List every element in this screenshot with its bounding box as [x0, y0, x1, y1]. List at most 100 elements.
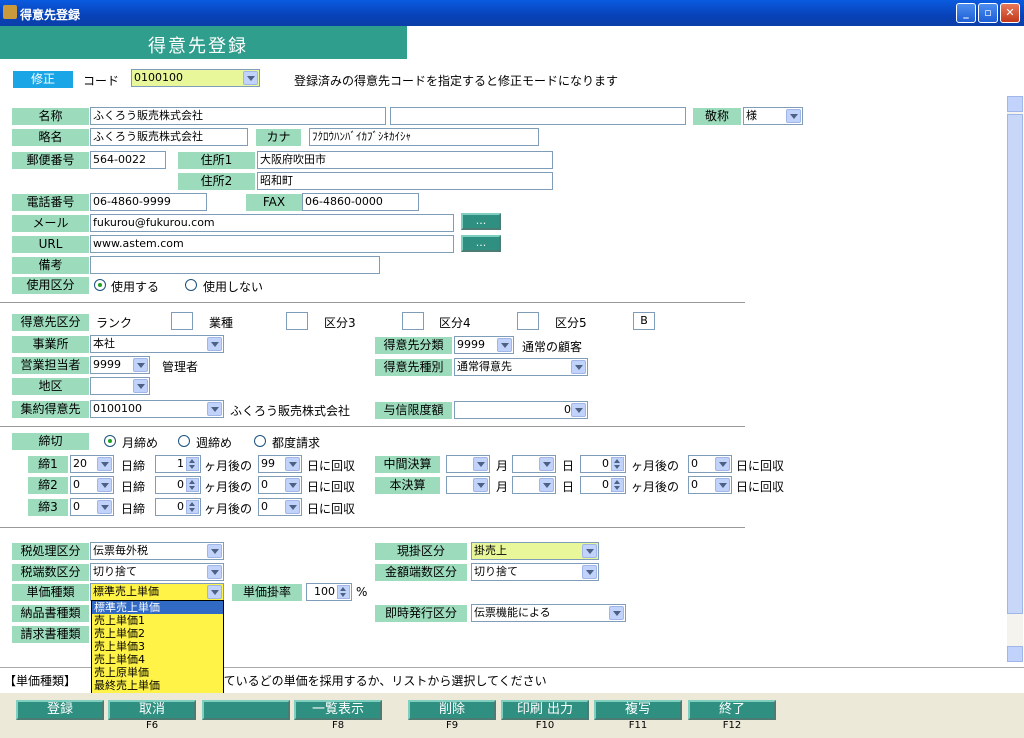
mid-months-spin[interactable]: 0 — [580, 455, 626, 473]
print-button[interactable]: 印刷 出力 — [501, 700, 589, 720]
honorific-select[interactable]: 様 — [743, 107, 803, 125]
dropdown-option[interactable]: 売上単価3 — [92, 640, 223, 653]
short-name-input[interactable]: ふくろう販売株式会社 — [90, 128, 248, 146]
rank-input[interactable] — [171, 312, 193, 330]
copy-button[interactable]: 複写 — [594, 700, 682, 720]
chevron-down-icon[interactable] — [133, 358, 148, 372]
use-off-radio[interactable] — [185, 279, 197, 291]
customer-type-select[interactable]: 9999 — [454, 336, 514, 354]
monthly-radio[interactable] — [104, 435, 116, 447]
immediate-issue-select[interactable]: 伝票機能による — [471, 604, 626, 622]
note-input[interactable] — [90, 256, 380, 274]
chevron-down-icon[interactable] — [285, 457, 300, 471]
final-day-select[interactable] — [512, 476, 556, 494]
chevron-down-icon[interactable] — [97, 478, 112, 492]
customer-kind-select[interactable]: 通常得意先 — [454, 358, 588, 376]
fax-input[interactable]: 06-4860-0000 — [302, 193, 419, 211]
closing3-day-select[interactable]: 0 — [70, 498, 114, 516]
closing1-months-spin[interactable]: 1 — [155, 455, 201, 473]
chevron-down-icon[interactable] — [207, 565, 222, 579]
industry-input[interactable] — [286, 312, 308, 330]
address2-input[interactable]: 昭和町 — [257, 172, 553, 190]
chevron-down-icon[interactable] — [539, 478, 554, 492]
address1-input[interactable]: 大阪府吹田市 — [257, 151, 553, 169]
chevron-down-icon[interactable] — [243, 71, 258, 85]
price-rate-spin[interactable]: 100 — [306, 583, 352, 601]
chevron-down-icon[interactable] — [133, 379, 148, 393]
maximize-button[interactable]: ▫ — [978, 3, 998, 23]
class3-input[interactable] — [402, 312, 424, 330]
amount-round-select[interactable]: 切り捨て — [471, 563, 599, 581]
chevron-down-icon[interactable] — [715, 457, 730, 471]
spinner-icon[interactable] — [186, 478, 199, 492]
spinner-icon[interactable] — [337, 585, 350, 599]
final-payday-select[interactable]: 0 — [688, 476, 732, 494]
scroll-up-icon[interactable] — [1007, 96, 1023, 112]
use-on-radio[interactable] — [94, 279, 106, 291]
cancel-button[interactable]: 取消 — [108, 700, 196, 720]
final-month-select[interactable] — [446, 476, 490, 494]
closing2-months-spin[interactable]: 0 — [155, 476, 201, 494]
agg-customer-select[interactable]: 0100100 — [90, 400, 224, 418]
closing2-day-select[interactable]: 0 — [70, 476, 114, 494]
spinner-icon[interactable] — [611, 457, 624, 471]
tax-round-select[interactable]: 切り捨て — [90, 563, 224, 581]
mail-input[interactable]: fukurou@fukurou.com — [90, 214, 454, 232]
chevron-down-icon[interactable] — [571, 360, 586, 374]
chevron-down-icon[interactable] — [473, 457, 488, 471]
scroll-down-icon[interactable] — [1007, 646, 1023, 662]
list-view-button[interactable]: 一覧表示 — [294, 700, 382, 720]
chevron-down-icon[interactable] — [97, 500, 112, 514]
credit-limit-select[interactable]: 0 — [454, 401, 588, 419]
vertical-scrollbar[interactable] — [1007, 96, 1023, 662]
dropdown-option[interactable]: 売上原単価 — [92, 666, 223, 679]
cash-credit-select[interactable]: 掛売上 — [471, 542, 599, 560]
spinner-icon[interactable] — [186, 500, 199, 514]
dropdown-option[interactable]: 売上単価1 — [92, 614, 223, 627]
chevron-down-icon[interactable] — [207, 544, 222, 558]
closing1-payday-select[interactable]: 99 — [258, 455, 302, 473]
chevron-down-icon[interactable] — [207, 337, 222, 351]
chevron-down-icon[interactable] — [473, 478, 488, 492]
name2-input[interactable] — [390, 107, 686, 125]
area-select[interactable] — [90, 377, 150, 395]
delete-button[interactable]: 削除 — [408, 700, 496, 720]
office-select[interactable]: 本社 — [90, 335, 224, 353]
dropdown-option[interactable]: 売上単価2 — [92, 627, 223, 640]
chevron-down-icon[interactable] — [497, 338, 512, 352]
dropdown-option[interactable]: 売上単価4 — [92, 653, 223, 666]
kana-input[interactable]: ﾌｸﾛｳﾊﾝﾊﾞｲｶﾌﾞｼｷｶｲｼｬ — [309, 128, 539, 146]
code-select[interactable]: 0100100 — [131, 69, 260, 87]
dropdown-option[interactable]: 標準売上単価 — [92, 601, 223, 614]
class5-input[interactable]: B — [633, 312, 655, 330]
weekly-radio[interactable] — [178, 435, 190, 447]
chevron-down-icon[interactable] — [285, 500, 300, 514]
chevron-down-icon[interactable] — [285, 478, 300, 492]
url-browse-button[interactable]: ... — [461, 235, 501, 252]
mid-day-select[interactable] — [512, 455, 556, 473]
mail-browse-button[interactable]: ... — [461, 213, 501, 230]
chevron-down-icon[interactable] — [207, 402, 222, 416]
zip-input[interactable]: 564-0022 — [90, 151, 166, 169]
chevron-down-icon[interactable] — [582, 544, 597, 558]
mid-month-select[interactable] — [446, 455, 490, 473]
minimize-button[interactable]: _ — [956, 3, 976, 23]
tax-proc-select[interactable]: 伝票毎外税 — [90, 542, 224, 560]
spinner-icon[interactable] — [186, 457, 199, 471]
final-months-spin[interactable]: 0 — [580, 476, 626, 494]
chevron-down-icon[interactable] — [609, 606, 624, 620]
closing2-payday-select[interactable]: 0 — [258, 476, 302, 494]
chevron-down-icon[interactable] — [571, 403, 586, 417]
register-button[interactable]: 登録 — [16, 700, 104, 720]
sales-rep-select[interactable]: 9999 — [90, 356, 150, 374]
price-type-dropdown[interactable]: 標準売上単価 売上単価1 売上単価2 売上単価3 売上単価4 売上原単価 最終売… — [91, 600, 224, 694]
name-input[interactable]: ふくろう販売株式会社 — [90, 107, 386, 125]
closing3-payday-select[interactable]: 0 — [258, 498, 302, 516]
scroll-thumb[interactable] — [1007, 114, 1023, 614]
spinner-icon[interactable] — [611, 478, 624, 492]
chevron-down-icon[interactable] — [207, 585, 222, 599]
dropdown-option[interactable]: 最終売上単価 — [92, 679, 223, 692]
chevron-down-icon[interactable] — [582, 565, 597, 579]
chevron-down-icon[interactable] — [786, 109, 801, 123]
per-bill-radio[interactable] — [254, 435, 266, 447]
